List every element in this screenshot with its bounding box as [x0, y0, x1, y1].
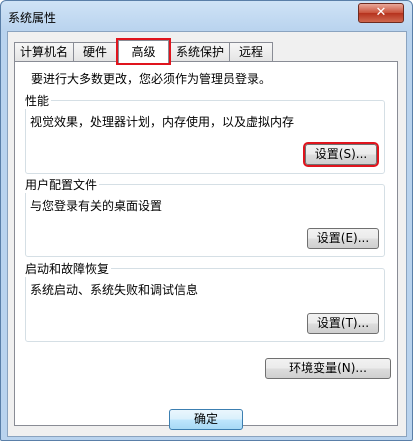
tab-system-protection[interactable]: 系统保护 — [170, 42, 230, 62]
startup-recovery-group: 启动和故障恢复 系统启动、系统失败和调试信息 设置(T)... — [25, 260, 385, 342]
performance-description: 视觉效果，处理器计划，内存使用，以及虚拟内存 — [30, 115, 295, 129]
user-profiles-title: 用户配置文件 — [25, 176, 100, 193]
user-profiles-settings-button[interactable]: 设置(E)... — [307, 228, 379, 249]
tab-computer-name[interactable]: 计算机名 — [14, 42, 74, 62]
title-bar[interactable]: 系统属性 ✕ — [1, 1, 412, 31]
close-icon: ✕ — [375, 5, 387, 20]
startup-recovery-description: 系统启动、系统失败和调试信息 — [30, 283, 199, 297]
dialog-client-area: 计算机名 硬件 高级 系统保护 远程 要进行大多数更改，您必须作为管理员登录。 … — [7, 31, 407, 437]
tab-remote[interactable]: 远程 — [229, 42, 273, 62]
environment-variables-button[interactable]: 环境变量(N)... — [265, 358, 391, 379]
user-profiles-group: 用户配置文件 与您登录有关的桌面设置 设置(E)... — [25, 176, 385, 257]
close-button[interactable]: ✕ — [358, 3, 404, 23]
user-profiles-description: 与您登录有关的桌面设置 — [30, 199, 163, 213]
tab-advanced[interactable]: 高级 — [116, 38, 171, 65]
performance-settings-button[interactable]: 设置(S)... — [303, 142, 379, 167]
startup-recovery-settings-button[interactable]: 设置(T)... — [307, 313, 379, 334]
ok-button[interactable]: 确定 — [169, 409, 243, 430]
tab-hardware[interactable]: 硬件 — [73, 42, 117, 62]
startup-recovery-title: 启动和故障恢复 — [25, 260, 112, 277]
performance-group: 性能 视觉效果，处理器计划，内存使用，以及虚拟内存 设置(S)... — [25, 92, 385, 174]
system-properties-window: 系统属性 ✕ 计算机名 硬件 高级 系统保护 远程 要进行大多数更改，您必须作为… — [0, 0, 413, 441]
advanced-tab-panel: 要进行大多数更改，您必须作为管理员登录。 性能 视觉效果，处理器计划，内存使用，… — [14, 61, 398, 426]
performance-title: 性能 — [25, 92, 52, 109]
window-title: 系统属性 — [8, 11, 57, 25]
admin-prompt: 要进行大多数更改，您必须作为管理员登录。 — [31, 72, 272, 86]
